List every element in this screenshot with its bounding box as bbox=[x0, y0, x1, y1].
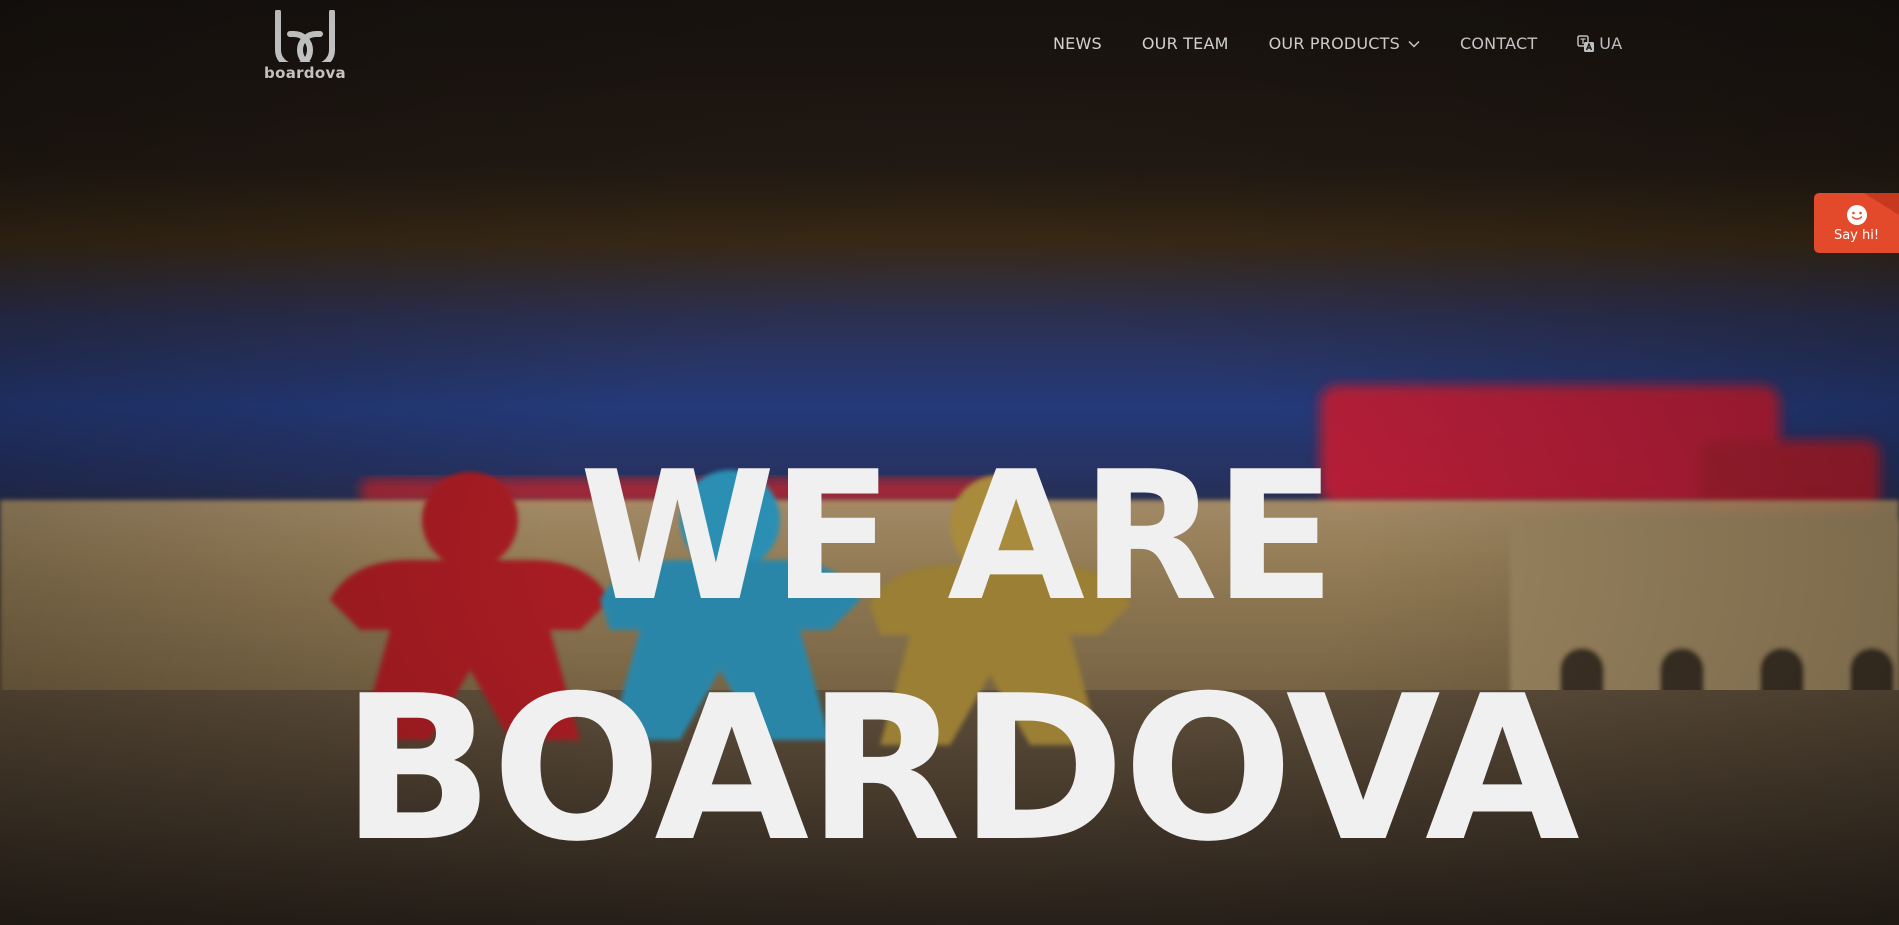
nav-contact[interactable]: CONTACT bbox=[1460, 34, 1537, 53]
logo-text: boardova bbox=[264, 64, 346, 82]
hero-section: boardova NEWS OUR TEAM OUR PRODUCTS CONT… bbox=[0, 0, 1899, 925]
say-hi-label: Say hi! bbox=[1833, 227, 1880, 243]
nav-our-team[interactable]: OUR TEAM bbox=[1142, 34, 1229, 53]
language-label: UA bbox=[1599, 34, 1623, 53]
main-nav: NEWS OUR TEAM OUR PRODUCTS CONTACT UA bbox=[1053, 34, 1622, 53]
smiley-icon bbox=[1846, 204, 1867, 225]
nav-our-products-label: OUR PRODUCTS bbox=[1268, 34, 1401, 53]
nav-contact-label: CONTACT bbox=[1460, 34, 1538, 53]
nav-our-team-label: OUR TEAM bbox=[1141, 34, 1229, 53]
chevron-down-icon bbox=[1408, 40, 1420, 48]
nav-news-label: NEWS bbox=[1053, 34, 1102, 53]
say-hi-chat-button[interactable]: Say hi! bbox=[1814, 193, 1899, 253]
boardova-logo[interactable]: boardova bbox=[262, 10, 348, 88]
translate-icon bbox=[1577, 34, 1595, 52]
nav-our-products[interactable]: OUR PRODUCTS bbox=[1269, 34, 1420, 53]
nav-news[interactable]: NEWS bbox=[1053, 34, 1102, 53]
logo-mark-icon bbox=[275, 10, 335, 62]
hero-headline-line2: BOARDOVA bbox=[341, 653, 1580, 886]
hero-headline-line1: WE ARE bbox=[579, 433, 1335, 640]
language-switcher[interactable]: UA bbox=[1577, 34, 1622, 53]
